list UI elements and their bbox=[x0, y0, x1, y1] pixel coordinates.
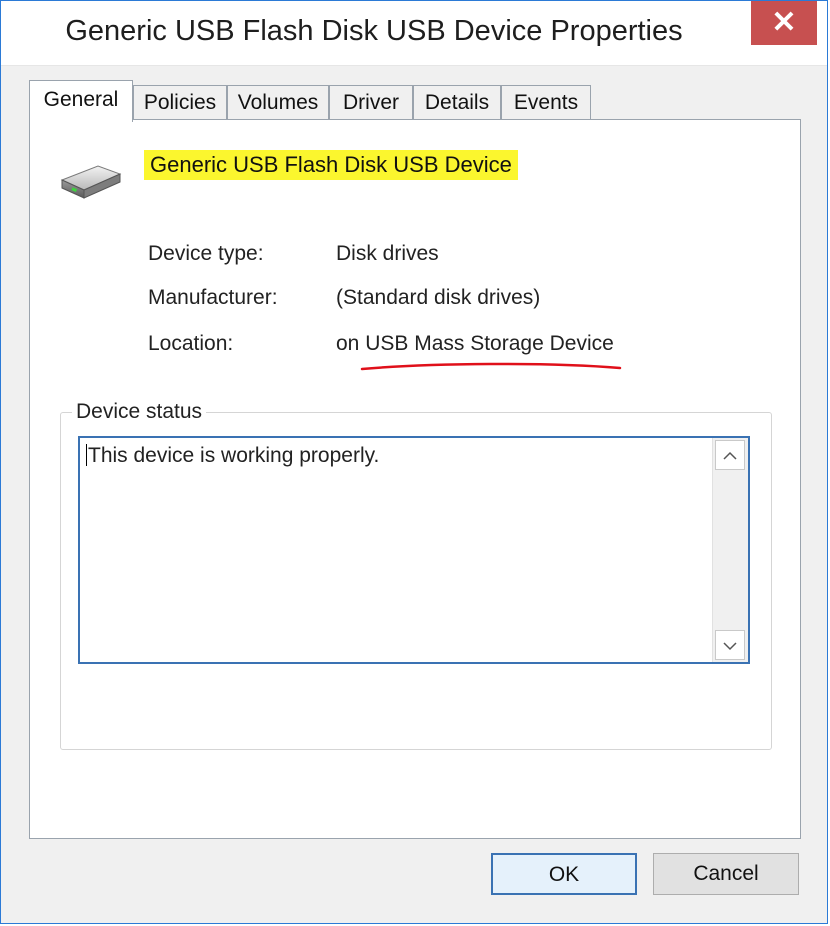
general-tab-panel: Generic USB Flash Disk USB Device Device… bbox=[29, 119, 801, 839]
tab-details[interactable]: Details bbox=[413, 85, 501, 119]
tab-events[interactable]: Events bbox=[501, 85, 591, 119]
device-status-label: Device status bbox=[72, 400, 207, 424]
location-label: Location: bbox=[148, 332, 234, 355]
window-title: Generic USB Flash Disk USB Device Proper… bbox=[65, 15, 683, 47]
close-icon: ✕ bbox=[771, 6, 797, 39]
device-name-heading: Generic USB Flash Disk USB Device bbox=[144, 150, 518, 180]
cancel-button[interactable]: Cancel bbox=[653, 853, 799, 895]
properties-dialog: Generic USB Flash Disk USB Device Proper… bbox=[0, 0, 828, 924]
tab-driver[interactable]: Driver bbox=[329, 85, 413, 119]
device-type-label: Device type: bbox=[148, 242, 264, 265]
scroll-down-button[interactable] bbox=[715, 630, 745, 660]
close-button[interactable]: ✕ bbox=[751, 1, 817, 45]
title-bar[interactable]: Generic USB Flash Disk USB Device Proper… bbox=[1, 1, 827, 66]
annotation-underline bbox=[360, 362, 622, 371]
manufacturer-value: (Standard disk drives) bbox=[336, 286, 541, 309]
text-caret bbox=[86, 444, 87, 466]
location-value: on USB Mass Storage Device bbox=[336, 332, 614, 355]
ok-button[interactable]: OK bbox=[491, 853, 637, 895]
vertical-scrollbar[interactable] bbox=[712, 438, 748, 662]
scroll-up-button[interactable] bbox=[715, 440, 745, 470]
device-status-text: This device is working properly. bbox=[88, 444, 380, 467]
manufacturer-label: Manufacturer: bbox=[148, 286, 278, 309]
device-status-textbox[interactable]: This device is working properly. bbox=[78, 436, 750, 664]
tab-general[interactable]: General bbox=[29, 80, 133, 122]
tab-policies[interactable]: Policies bbox=[133, 85, 227, 119]
chevron-down-icon bbox=[723, 642, 737, 650]
tab-volumes[interactable]: Volumes bbox=[227, 85, 329, 119]
chevron-up-icon bbox=[723, 451, 737, 460]
usb-drive-icon bbox=[60, 165, 122, 199]
device-type-value: Disk drives bbox=[336, 242, 439, 265]
